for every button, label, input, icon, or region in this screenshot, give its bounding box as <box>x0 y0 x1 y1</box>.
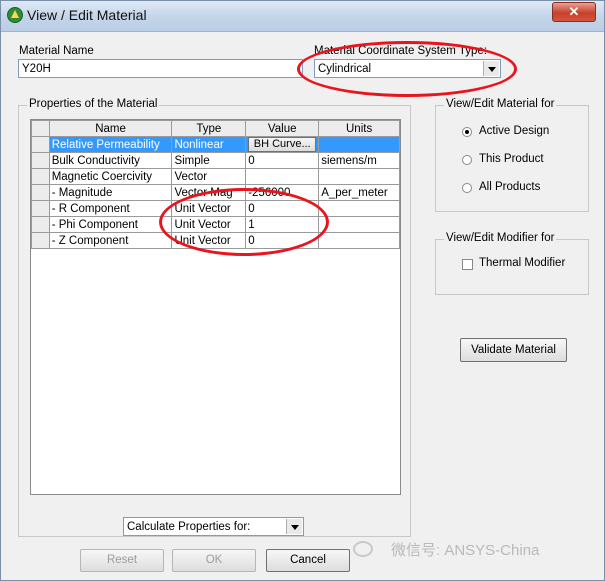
row-name[interactable]: Bulk Conductivity <box>48 152 173 169</box>
annotation-ellipse-components <box>159 188 329 256</box>
close-button[interactable]: ✕ <box>552 2 596 22</box>
view-edit-for-title: View/Edit Material for <box>444 98 557 110</box>
wechat-icon <box>353 541 373 557</box>
row-units[interactable] <box>318 168 400 185</box>
calculate-properties-value: Calculate Properties for: <box>127 521 251 533</box>
table-row[interactable]: Relative Permeability Nonlinear BH Curve… <box>31 136 400 153</box>
row-value[interactable] <box>245 168 320 185</box>
radio-active-design[interactable] <box>462 127 472 137</box>
title-bar: View / Edit Material ✕ <box>1 1 604 32</box>
row-units[interactable] <box>318 200 400 217</box>
table-row[interactable]: Magnetic Coercivity Vector <box>31 168 400 185</box>
chevron-down-icon[interactable] <box>286 519 302 534</box>
row-header[interactable] <box>31 200 50 217</box>
column-header-value[interactable]: Value <box>245 120 320 137</box>
material-name-label: Material Name <box>19 45 94 57</box>
cancel-button[interactable]: Cancel <box>266 549 350 572</box>
row-units[interactable] <box>318 136 400 153</box>
properties-grid: Name Type Value Units Relative Permeabil… <box>30 119 401 495</box>
row-units[interactable] <box>318 232 400 249</box>
row-type[interactable]: Simple <box>171 152 247 169</box>
table-row[interactable]: Bulk Conductivity Simple 0 siemens/m <box>31 152 400 169</box>
radio-label-all-products[interactable]: All Products <box>479 181 540 193</box>
row-header[interactable] <box>31 168 50 185</box>
row-units[interactable] <box>318 216 400 233</box>
material-dialog: View / Edit Material ✕ Material Name Y20… <box>0 0 605 581</box>
ansys-app-icon <box>7 7 23 23</box>
row-units[interactable]: siemens/m <box>318 152 400 169</box>
table-header-row: Name Type Value Units <box>31 120 400 137</box>
row-name[interactable]: - Phi Component <box>48 216 173 233</box>
row-name[interactable]: Relative Permeability <box>48 136 173 153</box>
row-header-corner <box>31 120 50 137</box>
row-units[interactable]: A_per_meter <box>318 184 400 201</box>
annotation-ellipse-coord-system <box>297 41 517 97</box>
reset-button[interactable]: Reset <box>80 549 164 572</box>
row-value[interactable]: 0 <box>245 152 320 169</box>
row-name[interactable]: - Magnitude <box>48 184 173 201</box>
window-title: View / Edit Material <box>27 7 147 23</box>
properties-group-title: Properties of the Material <box>27 98 160 110</box>
watermark-text: 微信号: ANSYS-China <box>391 542 540 559</box>
row-type[interactable]: Nonlinear <box>171 136 247 153</box>
row-header[interactable] <box>31 232 50 249</box>
row-header[interactable] <box>31 216 50 233</box>
row-value[interactable]: BH Curve... <box>245 136 320 153</box>
column-header-type[interactable]: Type <box>171 120 247 137</box>
calculate-properties-select[interactable]: Calculate Properties for: <box>123 517 304 536</box>
radio-this-product[interactable] <box>462 155 472 165</box>
column-header-name[interactable]: Name <box>48 120 173 137</box>
thermal-modifier-checkbox[interactable] <box>462 259 473 270</box>
row-header[interactable] <box>31 136 50 153</box>
radio-label-this-product[interactable]: This Product <box>479 153 544 165</box>
modifier-group-title: View/Edit Modifier for <box>444 232 557 244</box>
radio-all-products[interactable] <box>462 183 472 193</box>
thermal-modifier-label[interactable]: Thermal Modifier <box>479 257 565 269</box>
row-header[interactable] <box>31 152 50 169</box>
validate-material-button[interactable]: Validate Material <box>460 338 567 362</box>
ok-button[interactable]: OK <box>172 549 256 572</box>
row-name[interactable]: - R Component <box>48 200 173 217</box>
row-name[interactable]: Magnetic Coercivity <box>48 168 173 185</box>
bh-curve-button[interactable]: BH Curve... <box>248 137 317 152</box>
radio-label-active-design[interactable]: Active Design <box>479 125 549 137</box>
material-name-input[interactable]: Y20H <box>18 59 303 78</box>
row-name[interactable]: - Z Component <box>48 232 173 249</box>
row-header[interactable] <box>31 184 50 201</box>
row-type[interactable]: Vector <box>171 168 247 185</box>
column-header-units[interactable]: Units <box>318 120 400 137</box>
